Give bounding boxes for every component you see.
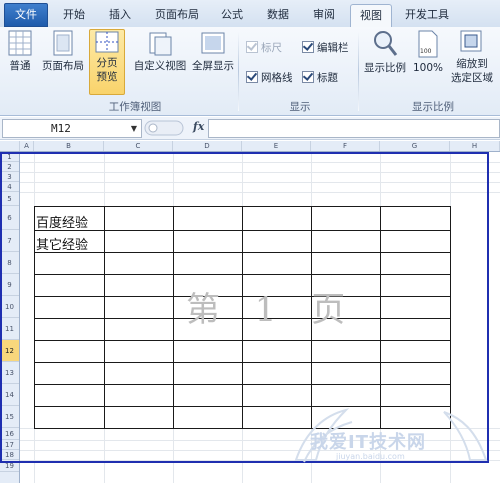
name-box-value: M12 — [51, 122, 71, 135]
headings-label: 标题 — [317, 72, 338, 84]
ruler-label: 标尺 — [261, 42, 282, 54]
full-screen-label: 全屏显示 — [192, 60, 234, 72]
normal-view-label: 普通 — [9, 60, 31, 72]
normal-view-icon — [8, 30, 32, 56]
zoom-to-selection-button[interactable]: 缩放到 选定区域 — [448, 29, 496, 93]
svg-text:100: 100 — [420, 48, 432, 55]
tab-insert[interactable]: 插入 — [100, 4, 140, 26]
custom-views-icon — [149, 32, 172, 56]
zoom-100-button[interactable]: 100 100% — [411, 29, 445, 93]
tab-data[interactable]: 数据 — [258, 4, 298, 26]
formula-bar-splitter-icon[interactable] — [144, 120, 184, 136]
zoom-label: 显示比例 — [364, 62, 406, 74]
site-watermark: 我爱IT技术网 jiuyan.baidu.com — [286, 400, 496, 480]
tab-home[interactable]: 开始 — [54, 4, 94, 26]
tab-developer[interactable]: 开发工具 — [396, 4, 458, 26]
column-header-a[interactable]: A — [20, 141, 34, 151]
page-layout-icon — [53, 30, 73, 56]
zoom-100-icon: 100 — [418, 30, 438, 58]
full-screen-icon — [201, 32, 225, 54]
column-header-g[interactable]: G — [380, 141, 450, 151]
column-header-d[interactable]: D — [173, 141, 242, 151]
page-break-preview-icon — [95, 31, 119, 53]
ribbon-tab-bar: 文件 开始 插入 页面布局 公式 数据 审阅 视图 开发工具 — [0, 0, 500, 28]
custom-views-label: 自定义视图 — [133, 60, 187, 72]
name-box[interactable]: M12 ▼ — [2, 119, 142, 138]
formula-bar-label: 编辑栏 — [317, 42, 349, 54]
zoom-to-selection-icon — [460, 30, 482, 52]
column-headers: A B C D E F G H — [0, 141, 500, 152]
insert-function-icon[interactable]: fx — [193, 120, 204, 133]
page-break-preview-label-2: 预览 — [96, 71, 118, 83]
page-layout-view-button[interactable]: 页面布局 — [40, 29, 86, 93]
column-header-h[interactable]: H — [450, 141, 500, 151]
brand-logo-text: 我爱IT技术网 — [310, 432, 426, 453]
custom-views-button[interactable]: 自定义视图 — [131, 29, 189, 93]
formula-bar-checkbox[interactable]: 编辑栏 — [302, 41, 349, 55]
column-header-c[interactable]: C — [104, 141, 173, 151]
workbook-views-group-label: 工作簿视图 — [108, 101, 162, 113]
zoom-button[interactable]: 显示比例 — [362, 29, 408, 93]
zoom-group-label: 显示比例 — [412, 101, 454, 113]
column-header-f[interactable]: F — [311, 141, 380, 151]
page-layout-view-label: 页面布局 — [42, 60, 84, 72]
group-separator — [358, 31, 359, 111]
select-all-corner[interactable] — [0, 141, 20, 151]
brand-url: jiuyan.baidu.com — [336, 452, 405, 461]
column-header-b[interactable]: B — [34, 141, 104, 151]
ribbon-view: 普通 页面布局 分页 预览 自定义视图 全屏显示 工作簿视图 标尺 编辑栏 网格… — [0, 27, 500, 116]
gridlines-label: 网格线 — [261, 72, 293, 84]
tab-formulas[interactable]: 公式 — [212, 4, 252, 26]
chevron-down-icon[interactable]: ▼ — [131, 120, 137, 137]
page-break-preview-button[interactable]: 分页 预览 — [89, 29, 125, 95]
tab-review[interactable]: 审阅 — [304, 4, 344, 26]
full-screen-button[interactable]: 全屏显示 — [190, 29, 236, 93]
zoom-100-label: 100% — [412, 62, 444, 74]
zoom-to-selection-label-1: 缩放到 — [456, 58, 488, 70]
magnifier-icon — [374, 31, 398, 56]
normal-view-button[interactable]: 普通 — [3, 29, 37, 93]
formula-input[interactable] — [208, 119, 500, 138]
tab-page-layout[interactable]: 页面布局 — [146, 4, 208, 26]
headings-checkbox[interactable]: 标题 — [302, 71, 338, 85]
page-break-preview-label-1: 分页 — [96, 57, 118, 69]
formula-bar: M12 ▼ fx — [0, 117, 500, 140]
wings-logo-icon — [443, 411, 488, 461]
zoom-to-selection-label-2: 选定区域 — [451, 72, 493, 84]
group-separator — [238, 31, 239, 111]
tab-view[interactable]: 视图 — [350, 4, 392, 28]
column-header-e[interactable]: E — [242, 141, 311, 151]
tab-file[interactable]: 文件 — [4, 3, 48, 27]
gridlines-checkbox[interactable]: 网格线 — [246, 71, 293, 85]
show-group-label: 显示 — [289, 101, 311, 113]
ruler-checkbox[interactable]: 标尺 — [246, 41, 282, 55]
